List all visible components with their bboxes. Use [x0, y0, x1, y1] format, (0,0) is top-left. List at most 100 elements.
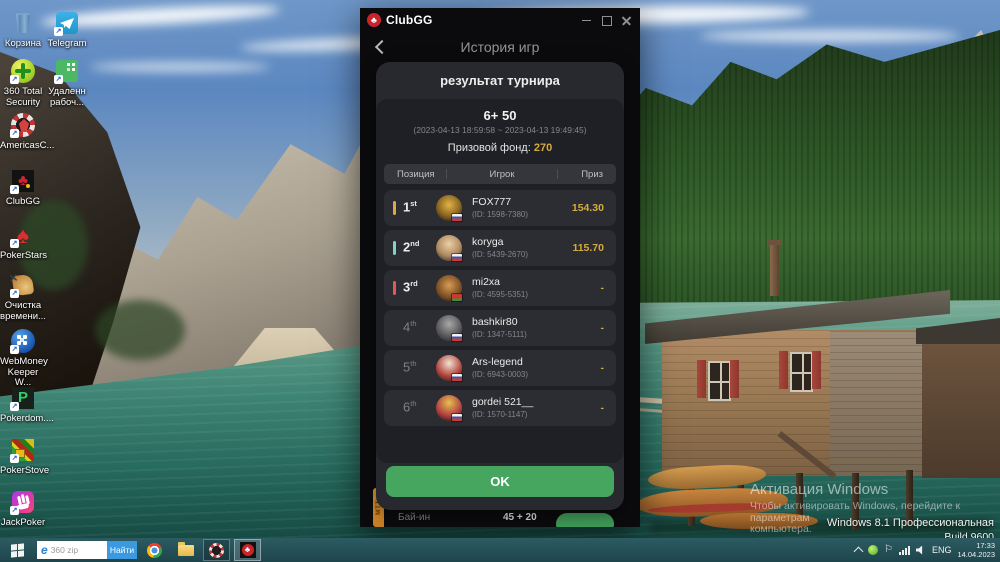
taskbar-explorer[interactable] [172, 539, 199, 561]
table-header: Позиция Игрок Приз [384, 164, 616, 184]
ok-button[interactable]: OK [386, 466, 614, 497]
time: 17:33 [957, 541, 995, 550]
flag-ru-icon [452, 334, 462, 341]
volume-icon[interactable] [916, 546, 926, 555]
desktop-icon-360-security[interactable]: ↗ 360 Total Security [0, 58, 46, 108]
search-input[interactable]: 360 zip [51, 545, 107, 555]
action-center-flag-icon[interactable]: ⚐ [884, 545, 893, 555]
desktop-icon-pokerdom[interactable]: P ↗ Pokerdom.... [0, 385, 46, 425]
prize-value: 115.70 [572, 242, 604, 254]
shortcut-arrow-icon: ↗ [54, 27, 63, 36]
flag-ru-icon [452, 254, 462, 261]
tray-360-icon[interactable] [868, 545, 878, 555]
desktop-icon-jackpoker[interactable]: ↗ JackPoker [0, 489, 46, 529]
table-row: 3rd mi2xa (ID: 4595-5351) - [384, 270, 616, 306]
desktop-icon-remote-desktop[interactable]: ↗ Удаленн рабоч... [44, 58, 90, 108]
prize-fund: Призовой фонд: 270 [376, 142, 624, 154]
shortcut-arrow-icon: ↗ [10, 75, 19, 84]
clubgg-icon: ♣ [240, 542, 256, 558]
player-name: mi2xa [472, 276, 500, 288]
shortcut-arrow-icon: ↗ [10, 129, 19, 138]
folder-icon [178, 545, 194, 556]
date: 14.04.2023 [957, 550, 995, 559]
tournament-result-dialog: результат турнира 6+ 50 (2023-04-13 18:5… [376, 62, 624, 510]
buyin-label: Бай-ин [398, 512, 430, 523]
window-titlebar: ♣ ClubGG [360, 8, 640, 32]
minimize-button[interactable] [580, 14, 593, 27]
table-row: 1st FOX777 (ID: 1598-7380) 154.30 [384, 190, 616, 226]
result-rows: 1st FOX777 (ID: 1598-7380) 154.30 2nd ko… [384, 190, 616, 426]
activation-title: Активация Windows [750, 481, 1000, 498]
screen: Активация Windows Чтобы активировать Win… [0, 0, 1000, 562]
desktop-icon-webmoney[interactable]: ↗ WebMoney Keeper W... [0, 328, 46, 389]
taskbar: e 360 zip Найти ♣ ⚐ ENG 17:33 14.04.2023 [0, 538, 1000, 562]
desktop-icon-pokerstars[interactable]: ♠ ↗ PokerStars [0, 222, 46, 262]
back-button[interactable] [373, 40, 387, 54]
search-submit-button[interactable]: Найти [107, 541, 137, 559]
flag-ru-icon [452, 414, 462, 421]
table-row: 5th Ars-legend (ID: 6943-0003) - [384, 350, 616, 386]
desktop-icon-americas-cardroom[interactable]: ↗ AmericasC... [0, 112, 46, 152]
desktop-icon-clubgg[interactable]: ♣ ↗ ClubGG [0, 168, 46, 208]
dialog-title: результат турнира [376, 62, 624, 88]
maximize-button[interactable] [600, 14, 613, 27]
table-row: 4th bashkir80 (ID: 1347-5111) - [384, 310, 616, 346]
tray-expand-icon[interactable] [854, 547, 864, 557]
rank-bar [393, 241, 396, 255]
desktop-icon-telegram[interactable]: ↗ Telegram [44, 10, 90, 50]
column-player: Игрок [447, 169, 557, 180]
rank-bar [393, 281, 396, 295]
player-name: bashkir80 [472, 316, 518, 328]
app-header: История игр [360, 32, 640, 62]
close-button[interactable] [620, 14, 633, 27]
recycle-bin-icon [15, 11, 31, 33]
rank-bar [393, 201, 396, 215]
window-shuttered [790, 352, 813, 392]
chrome-icon [147, 543, 162, 558]
shortcut-arrow-icon: ↗ [10, 345, 19, 354]
flag-by-icon [452, 294, 462, 301]
player-id: (ID: 5439-2670) [472, 250, 528, 259]
prize-value: 154.30 [572, 202, 604, 214]
player-id: (ID: 1598-7380) [472, 210, 528, 219]
taskbar-chrome[interactable] [141, 539, 168, 561]
shortcut-arrow-icon: ↗ [10, 402, 19, 411]
desktop-icon-recycle-bin[interactable]: Корзина [0, 10, 46, 50]
network-icon[interactable] [899, 545, 910, 555]
player-name: Ars-legend [472, 356, 523, 368]
shortcut-arrow-icon: ↗ [10, 289, 19, 298]
chimney [770, 244, 779, 296]
flag-ru-icon [452, 374, 462, 381]
player-id: (ID: 1570-1147) [472, 410, 527, 419]
taskbar-search[interactable]: e 360 zip Найти [37, 541, 137, 559]
edge-icon: e [41, 543, 48, 557]
clubgg-window: ♣ ClubGG История игр MTT Бай-ин 45 + 20 … [360, 8, 640, 527]
buyin-value: 45 + 20 [503, 512, 537, 523]
column-position: Позиция [384, 169, 446, 180]
shortcut-arrow-icon: ↗ [10, 454, 19, 463]
player-name: FOX777 [472, 196, 511, 208]
window-title: ClubGG [386, 13, 433, 27]
prize-value: - [601, 402, 605, 414]
start-button[interactable] [0, 538, 34, 562]
language-indicator[interactable]: ENG [932, 545, 952, 555]
windows-logo-icon [11, 543, 24, 557]
column-prize: Приз [558, 169, 616, 180]
event-period: (2023-04-13 18:59:58 ~ 2023-04-13 19:49:… [376, 125, 624, 135]
shortcut-arrow-icon: ↗ [10, 185, 19, 194]
clock[interactable]: 17:33 14.04.2023 [957, 541, 995, 559]
prize-value: - [601, 322, 605, 334]
player-name: koryga [472, 236, 504, 248]
desktop-icon-pokerstove[interactable]: ↗ PokerStove [0, 437, 46, 477]
desktop-icon-cleanup[interactable]: ↗ Очистка времени... [0, 272, 46, 322]
prize-value: - [601, 362, 605, 374]
register-button-partial[interactable] [556, 513, 614, 527]
poker-chip-icon [209, 543, 224, 558]
taskbar-clubgg[interactable]: ♣ [234, 539, 261, 561]
window-shuttered [708, 361, 731, 401]
event-name: 6+ 50 [376, 108, 624, 123]
taskbar-americas-cardroom[interactable] [203, 539, 230, 561]
shortcut-arrow-icon: ↗ [54, 75, 63, 84]
shortcut-arrow-icon: ↗ [10, 239, 19, 248]
player-id: (ID: 4595-5351) [472, 290, 528, 299]
